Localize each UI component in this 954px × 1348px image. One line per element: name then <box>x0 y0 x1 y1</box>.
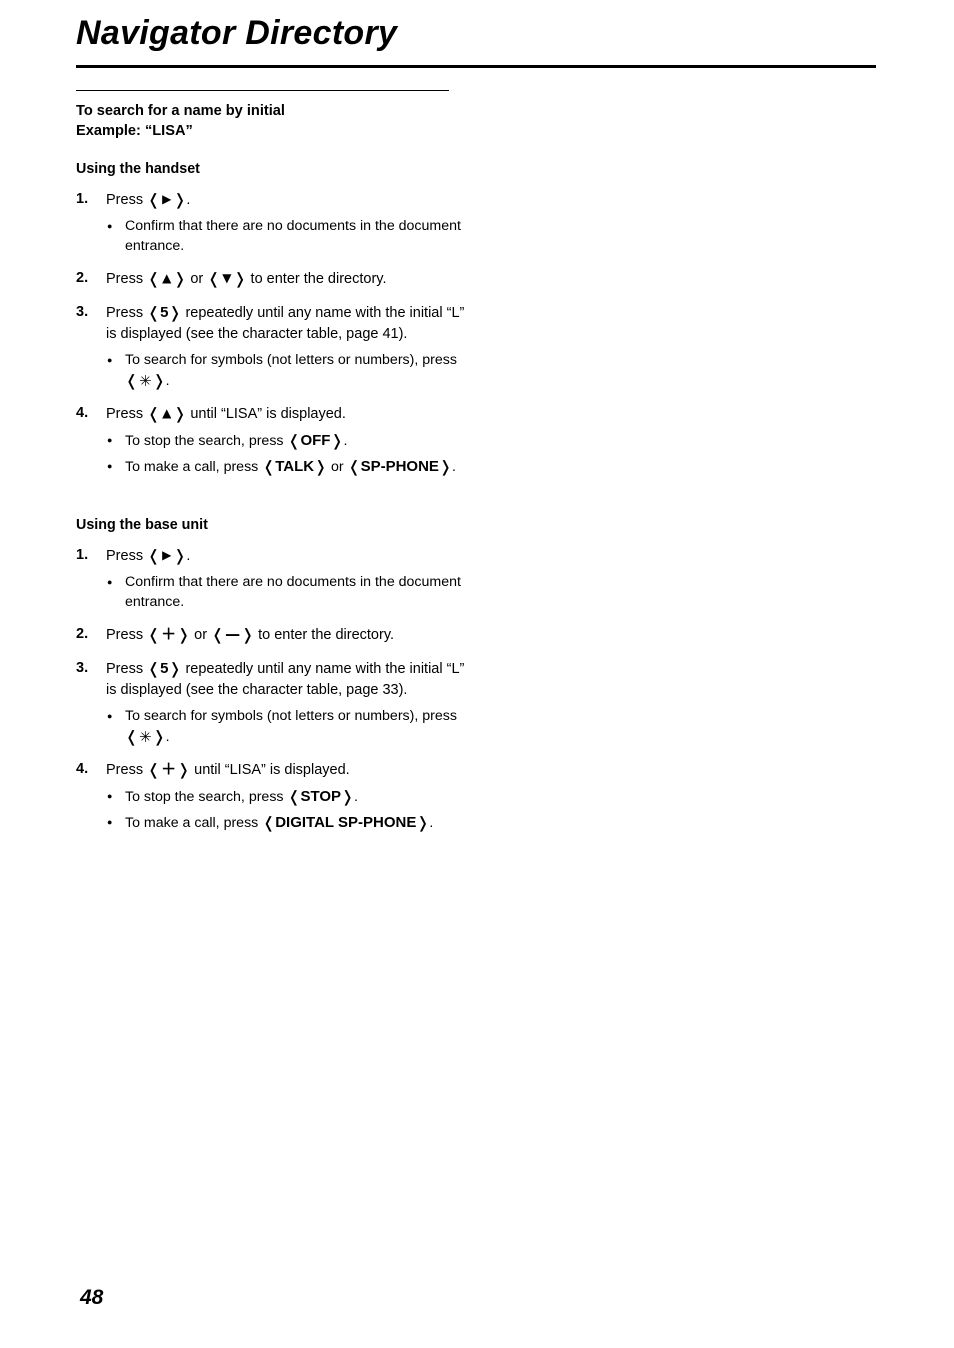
key-plus: ❬＋❭ <box>147 625 191 644</box>
list-item: 1. Press ❬▶❭. Confirm that there are no … <box>76 189 476 256</box>
step-bullets: To stop the search, press ❬STOP❭. To mak… <box>106 785 476 833</box>
title-divider <box>76 65 876 68</box>
key-right-arrow: ❬ ▶ ❭ <box>147 546 187 565</box>
bullet-text-before: To search for symbols (not letters or nu… <box>125 352 457 368</box>
key-5: ❬5❭ <box>147 659 182 678</box>
step-text-before: Press <box>106 192 148 208</box>
step-number: 1. <box>76 547 89 563</box>
step-text-before: Press <box>106 661 148 677</box>
key-minus: ❬—❭ <box>211 625 255 644</box>
key-sp-phone: ❬SP-PHONE❭ <box>347 457 452 476</box>
list-item: To stop the search, press ❬OFF❭. <box>106 429 476 451</box>
step-number: 3. <box>76 304 89 320</box>
key-up-arrow: ❬ ▲ ❭ <box>147 269 187 288</box>
step-number: 4. <box>76 405 89 421</box>
step-number: 1. <box>76 191 89 207</box>
document-page: Navigator Directory To search for a name… <box>0 0 954 1348</box>
step-text-after: . <box>186 548 191 564</box>
list-item: To make a call, press ❬TALK❭ or ❬SP-PHON… <box>106 455 476 477</box>
list-item: 1. Press ❬▶❭. Confirm that there are no … <box>76 545 476 612</box>
step-text-middle: or <box>190 627 212 643</box>
step-text-before: Press <box>106 548 148 564</box>
handset-steps: 1. Press ❬▶❭. Confirm that there are no … <box>76 189 476 478</box>
step-bullets: Confirm that there are no documents in t… <box>106 571 476 612</box>
section-heading: To search for a name by initial <box>76 103 285 119</box>
key-star: ❬✳❭ <box>125 371 166 390</box>
step-number: 2. <box>76 270 89 286</box>
subsection-heading-base-unit: Using the base unit <box>76 517 208 533</box>
step-text-after: . <box>186 192 191 208</box>
list-item: To make a call, press ❬DIGITAL SP-PHONE❭… <box>106 811 476 833</box>
base-unit-steps: 1. Press ❬▶❭. Confirm that there are no … <box>76 545 476 834</box>
list-item: To stop the search, press ❬STOP❭. <box>106 785 476 807</box>
bullet-text-before: To make a call, press <box>125 459 263 475</box>
step-text-before: Press <box>106 762 148 778</box>
list-item: 3. Press ❬5❭ repeatedly until any name w… <box>76 302 476 391</box>
page-title: Navigator Directory <box>76 14 398 52</box>
step-text-middle: or <box>186 271 208 287</box>
step-bullets: To stop the search, press ❬OFF❭. To make… <box>106 429 476 477</box>
bullet-text-after: . <box>343 433 348 449</box>
step-text-before: Press <box>106 271 148 287</box>
bullet-text-after: . <box>429 815 434 831</box>
bullet-text-before: To search for symbols (not letters or nu… <box>125 708 457 724</box>
step-text-after: until “LISA” is displayed. <box>190 762 350 778</box>
key-talk: ❬TALK❭ <box>262 457 328 476</box>
bullet-text-before: To stop the search, press <box>125 433 288 449</box>
key-down-arrow: ❬ ▼ ❭ <box>207 269 247 288</box>
list-item: 4. Press ❬ ▲ ❭ until “LISA” is displayed. … <box>76 403 476 478</box>
key-star: ❬✳❭ <box>125 727 166 746</box>
step-text-before: Press <box>106 406 148 422</box>
step-number: 3. <box>76 660 89 676</box>
section-divider <box>76 90 449 91</box>
list-item: 2. Press ❬＋❭ or ❬—❭ to enter the directo… <box>76 624 476 646</box>
key-5: ❬5❭ <box>147 303 182 322</box>
list-item: Confirm that there are no documents in t… <box>106 571 476 612</box>
key-up-arrow: ❬ ▲ ❭ <box>147 404 187 423</box>
key-digital-sp-phone: ❬DIGITAL SP-PHONE❭ <box>262 813 430 832</box>
key-right-arrow: ❬ ▶ ❭ <box>147 190 187 209</box>
key-off: ❬OFF❭ <box>287 431 344 450</box>
key-stop: ❬STOP❭ <box>287 787 355 806</box>
step-bullets: To search for symbols (not letters or nu… <box>106 705 476 747</box>
step-number: 2. <box>76 626 89 642</box>
bullet-text-before: To make a call, press <box>125 815 263 831</box>
step-text-before: Press <box>106 627 148 643</box>
subsection-heading-handset: Using the handset <box>76 161 200 177</box>
list-item: 2. Press ❬ ▲ ❭ or ❬ ▼ ❭ to enter the directo… <box>76 268 476 290</box>
list-item: To search for symbols (not letters or nu… <box>106 349 476 391</box>
list-item: Confirm that there are no documents in t… <box>106 215 476 256</box>
page-number: 48 <box>80 1286 104 1309</box>
step-text-after: until “LISA” is displayed. <box>186 406 346 422</box>
list-item: 4. Press ❬＋❭ until “LISA” is displayed. … <box>76 759 476 834</box>
step-text-before: Press <box>106 305 148 321</box>
step-bullets: To search for symbols (not letters or nu… <box>106 349 476 391</box>
bullet-text-after: . <box>451 459 456 475</box>
bullet-text-before: To stop the search, press <box>125 789 288 805</box>
list-item: 3. Press ❬5❭ repeatedly until any name w… <box>76 658 476 747</box>
bullet-text-middle: or <box>327 459 348 475</box>
list-item: To search for symbols (not letters or nu… <box>106 705 476 747</box>
step-text-after: to enter the directory. <box>246 271 387 287</box>
page-content: To search for a name by initial Example:… <box>76 90 476 833</box>
key-plus: ❬＋❭ <box>147 760 191 779</box>
section-example: Example: “LISA” <box>76 123 193 139</box>
bullet-text-after: . <box>165 729 170 745</box>
step-text-after: to enter the directory. <box>254 627 395 643</box>
bullet-text-after: . <box>165 373 170 389</box>
bullet-text-after: . <box>354 789 358 805</box>
step-bullets: Confirm that there are no documents in t… <box>106 215 476 256</box>
step-number: 4. <box>76 761 89 777</box>
